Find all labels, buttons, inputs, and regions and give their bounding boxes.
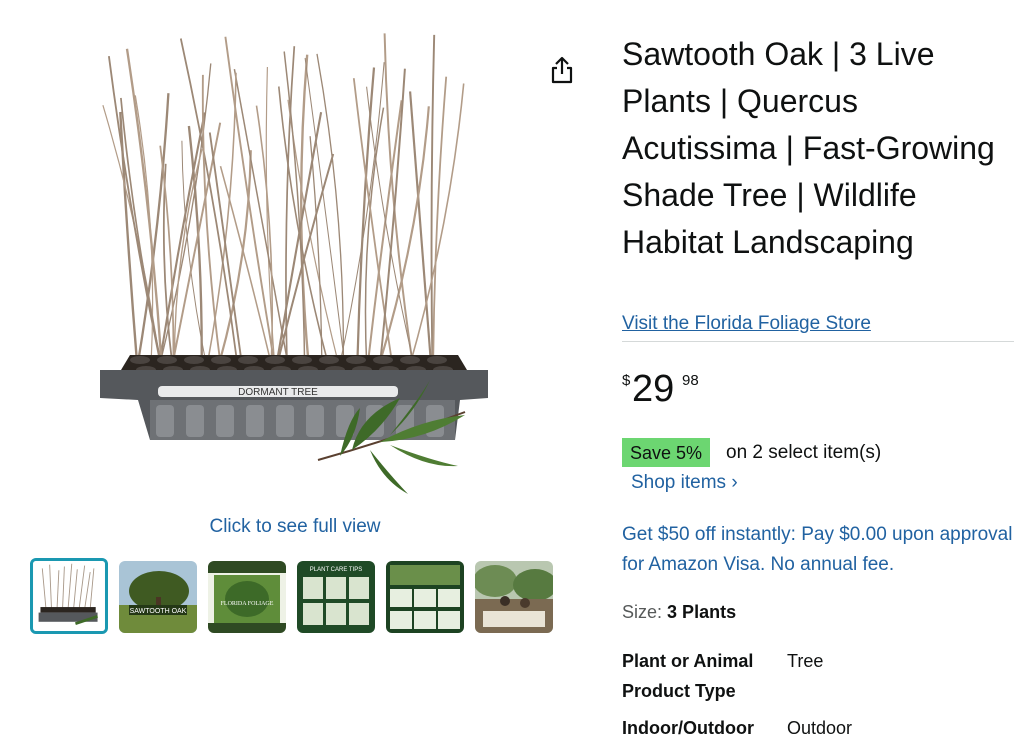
tray-label: DORMANT TREE <box>238 387 318 398</box>
thumbnail-tray[interactable] <box>30 558 108 634</box>
thumbnail-info-sheet[interactable] <box>386 561 464 633</box>
thumbnail-strip: SAWTOOTH OAK FLORIDA FOLIAGE PLANT CARE … <box>30 558 564 634</box>
save-description: on 2 select item(s) <box>726 442 882 463</box>
thumbnail-sawtooth-oak-text: SAWTOOTH OAK <box>130 608 187 615</box>
price-fraction: 98 <box>682 372 699 389</box>
thumbnail-garden-photo[interactable] <box>475 561 553 633</box>
spec-row-product-type: Plant or Animal Product Type Tree <box>622 646 1022 708</box>
thumbnail-florida-foliage[interactable]: FLORIDA FOLIAGE <box>208 561 286 633</box>
thumbnail-sawtooth-oak[interactable]: SAWTOOTH OAK <box>119 561 197 633</box>
spec-key: Indoor/Outdoor <box>622 718 754 738</box>
spec-value: Outdoor <box>787 718 853 738</box>
save-badge: Save 5% <box>622 438 711 467</box>
price-currency-symbol: $ <box>622 372 631 389</box>
thumbnail-florida-foliage-text: FLORIDA FOLIAGE <box>221 601 274 607</box>
size-selection: Size: 3 Plants <box>622 602 736 623</box>
store-link[interactable]: Visit the Florida Foliage Store <box>622 313 871 335</box>
main-product-image[interactable]: DORMANT TREE <box>90 20 500 500</box>
share-icon <box>551 56 573 84</box>
spec-row-indoor-outdoor: Indoor/Outdoor Outdoor <box>622 713 1022 751</box>
share-button[interactable] <box>546 52 578 88</box>
spec-key: Plant or Animal Product Type <box>622 651 754 701</box>
divider <box>622 341 1014 342</box>
image-gallery: DORMANT TREE Click to see full view SAWT… <box>0 0 590 751</box>
size-value: 3 Plants <box>667 602 737 622</box>
dormant-seedling-stems <box>102 33 465 366</box>
size-label: Size: <box>622 602 663 622</box>
spec-value: Tree <box>787 651 824 671</box>
visa-promo-link[interactable]: Get $50 off instantly: Pay $0.00 upon ap… <box>622 520 1017 580</box>
thumbnail-plant-care-tips[interactable]: PLANT CARE TIPS <box>297 561 375 633</box>
product-title: Sawtooth Oak | 3 Live Plants | Quercus A… <box>622 36 995 260</box>
shop-items-link[interactable]: Shop items › <box>631 472 738 494</box>
price-whole: 29 <box>632 368 675 410</box>
click-to-see-full-view-link[interactable]: Click to see full view <box>0 516 590 538</box>
thumbnail-plant-care-tips-text: PLANT CARE TIPS <box>310 567 362 573</box>
